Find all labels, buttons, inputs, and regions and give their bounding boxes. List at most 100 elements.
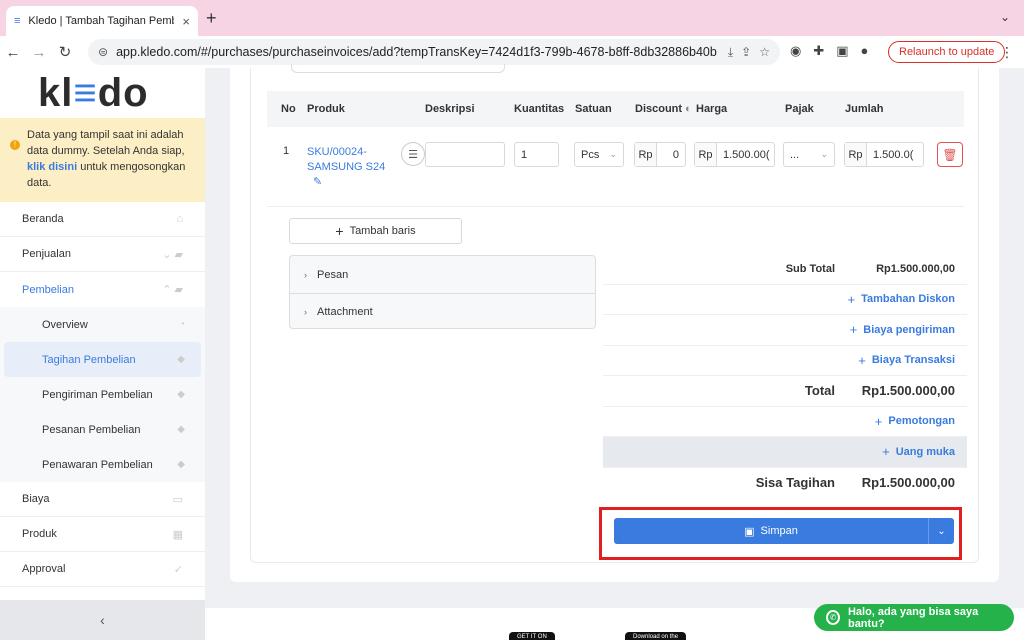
kledo-logo[interactable]: kl ≡ do bbox=[0, 68, 205, 118]
camera-icon[interactable]: ◉ bbox=[790, 43, 801, 59]
pembelian-submenu: Overview ◔ Tagihan Pembelian ◆ Pengirima… bbox=[0, 307, 205, 482]
col-jumlah: Jumlah bbox=[845, 103, 884, 115]
browser-tab[interactable]: ≡ Kledo | Tambah Tagihan Pemb × bbox=[6, 6, 198, 36]
sidebar-item-approval[interactable]: Approval ✓ bbox=[0, 552, 205, 587]
col-satuan: Satuan bbox=[575, 103, 612, 115]
install-icon[interactable]: ⤓ bbox=[728, 45, 733, 60]
chevron-down-icon: ⌄ bbox=[609, 149, 617, 159]
quantity-input[interactable]: 1 bbox=[514, 142, 559, 167]
dummy-data-notice: ! Data yang tampil saat ini adalah data … bbox=[0, 118, 205, 202]
chevron-down-basket-icon: ⌄ ▰ bbox=[162, 248, 183, 261]
side-panel-icon[interactable]: ▣ bbox=[836, 43, 848, 59]
tab-search-chevron-icon[interactable]: ⌄ bbox=[1000, 10, 1010, 24]
address-bar[interactable]: ⊜ app.kledo.com/#/purchases/purchaseinvo… bbox=[88, 39, 780, 65]
app-store-badge[interactable]: Download on the bbox=[625, 632, 687, 640]
close-tab-icon[interactable]: × bbox=[182, 14, 190, 29]
edit-pencil-icon[interactable]: ✎ bbox=[313, 175, 385, 190]
new-tab-icon[interactable]: + bbox=[206, 8, 217, 29]
add-down-payment-link[interactable]: + Uang muka bbox=[603, 437, 967, 468]
sidebar-sub-overview[interactable]: Overview ◔ bbox=[0, 307, 205, 342]
invoice-form-inner: No Produk Deskripsi Kuantitas Satuan Dis… bbox=[250, 64, 979, 563]
add-transaction-fee-link[interactable]: + Biaya Transaksi bbox=[603, 346, 967, 376]
plus-icon: + bbox=[847, 291, 856, 307]
browser-menu-icon[interactable]: ⋮ bbox=[1000, 44, 1014, 61]
chevron-up-bag-icon: ⌃ ▰ bbox=[162, 284, 183, 296]
panel-attachment[interactable]: › Attachment bbox=[290, 293, 595, 330]
table-row: 1 SKU/00024- SAMSUNG S24 ✎ ☰ 1 Pcs ⌄ Rp … bbox=[267, 127, 964, 207]
bookmark-star-icon[interactable]: ☆ bbox=[759, 45, 770, 59]
extensions-puzzle-icon[interactable]: ✚ bbox=[813, 43, 824, 59]
sidebar-sub-pengiriman-pembelian[interactable]: Pengiriman Pembelian ◆ bbox=[0, 377, 205, 412]
tag-icon: ◆ bbox=[177, 389, 185, 400]
save-options-dropdown[interactable]: ⌄ bbox=[928, 518, 954, 544]
panel-pesan[interactable]: › Pesan bbox=[290, 256, 595, 293]
chevron-down-icon: ⌄ bbox=[937, 525, 946, 537]
invoice-summary: Sub Total Rp1.500.000,00 + Tambahan Disk… bbox=[603, 254, 967, 498]
col-produk: Produk bbox=[307, 103, 345, 115]
tab-title: Kledo | Tambah Tagihan Pemb bbox=[28, 15, 175, 27]
tag-icon: ◆ bbox=[177, 424, 185, 435]
whatsapp-chat-button[interactable]: ✆ Halo, ada yang bisa saya bantu? bbox=[814, 604, 1014, 631]
browser-toolbar: ← → ↻ ⊜ app.kledo.com/#/purchases/purcha… bbox=[0, 36, 1024, 68]
clear-data-link[interactable]: klik disini bbox=[27, 161, 77, 173]
product-sku-link[interactable]: SKU/00024- SAMSUNG S24 ✎ bbox=[307, 145, 385, 190]
col-kuantitas: Kuantitas bbox=[514, 103, 565, 115]
add-shipping-link[interactable]: + Biaya pengiriman bbox=[603, 315, 967, 346]
add-deduction-link[interactable]: + Pemotongan bbox=[603, 407, 967, 437]
tax-select[interactable]: ... ⌄ bbox=[783, 142, 835, 167]
unit-select[interactable]: Pcs ⌄ bbox=[574, 142, 624, 167]
sidebar-item-pembelian[interactable]: Pembelian ⌃ ▰ bbox=[0, 272, 205, 307]
discount-info-icon[interactable]: ◐ bbox=[685, 103, 692, 115]
chevron-right-icon: › bbox=[304, 307, 307, 317]
chevron-left-icon: ‹ bbox=[100, 612, 105, 628]
sidebar-sub-pesanan-pembelian[interactable]: Pesanan Pembelian ◆ bbox=[0, 412, 205, 447]
sidebar: kl ≡ do ! Data yang tampil saat ini adalah… bbox=[0, 68, 205, 640]
sidebar-item-biaya[interactable]: Biaya ▭ bbox=[0, 482, 205, 517]
sidebar-item-produk[interactable]: Produk ▦ bbox=[0, 517, 205, 552]
row-number: 1 bbox=[283, 145, 290, 157]
sidebar-sub-penawaran-pembelian[interactable]: Penawaran Pembelian ◆ bbox=[0, 447, 205, 482]
product-list-icon[interactable]: ☰ bbox=[401, 142, 425, 166]
check-icon: ✓ bbox=[173, 563, 183, 576]
items-table-header: No Produk Deskripsi Kuantitas Satuan Dis… bbox=[267, 91, 964, 127]
collapse-sidebar-button[interactable]: ‹ bbox=[0, 600, 205, 640]
google-play-badge[interactable]: GET IT ON bbox=[509, 632, 555, 640]
save-button[interactable]: ▣ Simpan bbox=[614, 518, 928, 544]
url-text: app.kledo.com/#/purchases/purchaseinvoic… bbox=[116, 45, 717, 59]
kledo-favicon-icon: ≡ bbox=[14, 15, 21, 27]
chevron-down-icon: ⌄ bbox=[820, 149, 828, 159]
col-discount: Discount bbox=[635, 103, 683, 115]
form-field-remnant bbox=[291, 64, 505, 73]
card-icon: ▭ bbox=[172, 493, 183, 506]
tag-icon: ◆ bbox=[177, 354, 185, 365]
trash-icon: 🗑 bbox=[942, 147, 958, 162]
tag-icon: ◆ bbox=[177, 459, 185, 470]
forward-icon[interactable]: → bbox=[26, 44, 52, 61]
sidebar-sub-tagihan-pembelian[interactable]: Tagihan Pembelian ◆ bbox=[4, 342, 201, 377]
boxes-icon: ▦ bbox=[172, 528, 183, 541]
plus-icon: + bbox=[335, 223, 344, 239]
description-input[interactable] bbox=[425, 142, 505, 167]
home-icon: ⌂ bbox=[176, 213, 183, 225]
col-harga: Harga bbox=[696, 103, 728, 115]
reload-icon[interactable]: ↻ bbox=[52, 43, 78, 61]
remaining-bill-row: Sisa Tagihan Rp1.500.000,00 bbox=[755, 475, 955, 491]
add-row-button[interactable]: + Tambah baris bbox=[289, 218, 462, 244]
sidebar-item-penjualan[interactable]: Penjualan ⌄ ▰ bbox=[0, 237, 205, 272]
add-discount-link[interactable]: + Tambahan Diskon bbox=[603, 285, 967, 315]
price-input[interactable]: Rp 1.500.00( bbox=[694, 142, 775, 167]
save-floppy-icon: ▣ bbox=[744, 525, 755, 538]
share-icon[interactable]: ⇪ bbox=[741, 45, 751, 59]
back-icon[interactable]: ← bbox=[0, 44, 26, 61]
col-no: No bbox=[281, 103, 296, 115]
relaunch-button[interactable]: Relaunch to update bbox=[888, 41, 1006, 63]
col-pajak: Pajak bbox=[785, 103, 814, 115]
total-row: Total Rp1.500.000,00 bbox=[603, 376, 967, 407]
site-info-icon[interactable]: ⊜ bbox=[98, 45, 108, 59]
delete-row-button[interactable]: 🗑 bbox=[937, 142, 963, 167]
amount-input[interactable]: Rp 1.500.0( bbox=[844, 142, 924, 167]
sidebar-item-beranda[interactable]: Beranda ⌂ bbox=[0, 202, 205, 237]
discount-input[interactable]: Rp 0 bbox=[634, 142, 686, 167]
whatsapp-icon: ✆ bbox=[826, 610, 840, 625]
profile-avatar-icon[interactable]: ● bbox=[861, 43, 869, 59]
